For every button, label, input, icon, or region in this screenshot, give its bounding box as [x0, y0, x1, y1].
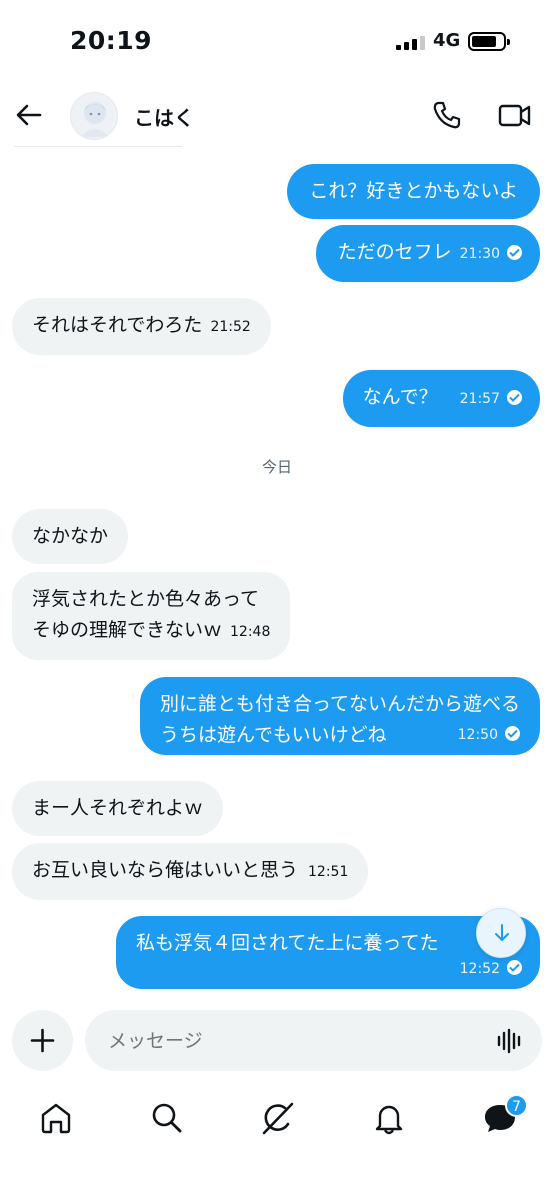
message-bubble-received[interactable]: それはそれでわろた 21:52 [12, 298, 271, 355]
message-bubble-sent[interactable]: 別に誰とも付き合ってないんだから遊べる うちは遊んでもいいけどね 12:50 [139, 677, 540, 755]
nav-home[interactable] [38, 1100, 74, 1136]
message-time: 12:51 [308, 864, 349, 880]
message-bubble-sent[interactable]: なんで？ 21:57 [342, 370, 540, 427]
message-time: 21:52 [210, 319, 251, 335]
status-bar: 20:19 4G [0, 0, 554, 86]
home-indicator [192, 1184, 362, 1190]
network-type: 4G [433, 30, 461, 51]
voice-wave-icon [497, 1028, 521, 1054]
battery-icon [468, 32, 510, 51]
header-divider [14, 146, 182, 147]
message-bubble-received[interactable]: お互い良いなら俺はいいと思う 12:51 [12, 843, 369, 900]
home-icon [41, 1103, 71, 1134]
message-bubble-received[interactable]: 浮気されたとか色々あって そゆの理解できないｗ 12:48 [12, 572, 291, 660]
message-text: なんで？ [362, 386, 438, 408]
read-check-icon [507, 960, 522, 975]
back-button[interactable] [12, 98, 46, 132]
avatar[interactable] [70, 92, 118, 140]
message-bubble-sent[interactable]: ただのセフレ 21:30 [315, 225, 540, 282]
message-time: 12:52 [459, 961, 500, 977]
video-icon [498, 104, 531, 127]
message-bubble-received[interactable]: なかなか [12, 509, 129, 564]
signal-icon [396, 36, 426, 50]
read-check-icon [505, 726, 520, 741]
status-time: 20:19 [70, 26, 153, 55]
nav-notifications[interactable] [371, 1100, 407, 1136]
plus-icon [30, 1028, 55, 1053]
message-text: 私も浮気４回されてた上に養ってた [136, 932, 439, 954]
chat-header: こはく [0, 86, 554, 146]
message-text-line: そゆの理解できないｗ [32, 619, 223, 641]
grok-icon [262, 1102, 294, 1135]
bell-icon [375, 1105, 403, 1135]
message-bubble-sent[interactable]: これ？好きとかもないよ [287, 164, 540, 219]
voice-message-button[interactable] [496, 1027, 524, 1055]
nav-search[interactable] [149, 1100, 185, 1136]
read-check-icon [507, 390, 522, 405]
nav-grok[interactable] [260, 1100, 296, 1136]
bottom-nav [0, 1086, 554, 1146]
read-check-icon [507, 245, 522, 260]
message-text-line: 浮気されたとか色々あって [32, 588, 260, 610]
message-text: ただのセフレ [337, 241, 452, 263]
message-bubble-received[interactable]: まー人それぞれよｗ [12, 781, 224, 836]
call-button[interactable] [430, 98, 464, 132]
message-time: 21:57 [459, 391, 500, 407]
message-text: これ？好きとかもないよ [309, 180, 518, 202]
date-separator: 今日 [261, 458, 292, 476]
back-arrow-icon [16, 104, 42, 126]
message-text: それはそれでわろた [32, 314, 203, 336]
message-time: 21:30 [459, 246, 500, 262]
message-text: まー人それぞれよｗ [32, 797, 204, 819]
messages-badge: 7 [505, 1094, 528, 1117]
contact-name[interactable]: こはく [134, 102, 194, 131]
message-time: 12:50 [457, 727, 498, 743]
message-text: お互い良いなら俺はいいと思う [32, 859, 299, 881]
search-icon [152, 1103, 182, 1133]
arrow-down-icon [495, 924, 509, 941]
attach-button[interactable] [12, 1010, 73, 1071]
message-time: 12:48 [230, 624, 271, 640]
message-text-line: 別に誰とも付き合ってないんだから遊べる [159, 693, 520, 715]
message-text: なかなか [32, 525, 109, 547]
video-call-button[interactable] [497, 98, 533, 132]
scroll-to-bottom-button[interactable] [476, 908, 526, 958]
message-input[interactable] [85, 1010, 542, 1071]
phone-icon [433, 101, 461, 129]
